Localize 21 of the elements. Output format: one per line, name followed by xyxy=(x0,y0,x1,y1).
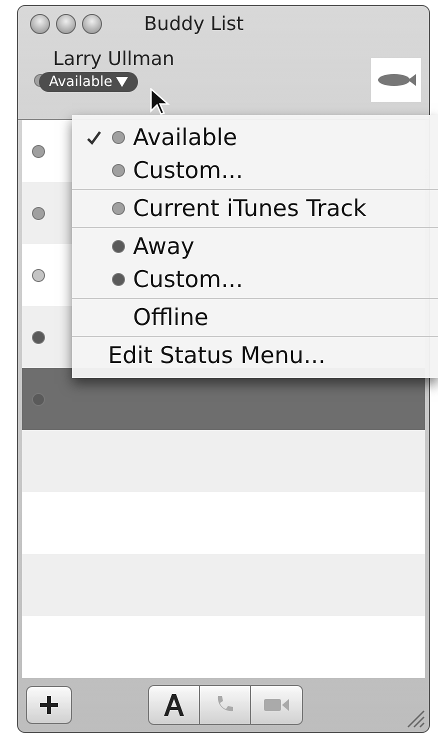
audio-chat-button[interactable] xyxy=(200,686,251,724)
video-camera-icon xyxy=(264,697,290,714)
menu-item[interactable]: Custom... xyxy=(72,263,438,296)
add-button[interactable] xyxy=(26,686,72,724)
text-chat-button[interactable] xyxy=(149,686,200,724)
menu-item[interactable]: Available xyxy=(72,121,438,154)
menu-item[interactable]: Offline xyxy=(72,301,438,334)
zoom-button[interactable] xyxy=(82,14,102,34)
account-name: Larry Ullman xyxy=(53,48,176,70)
plus-icon xyxy=(40,696,58,714)
triangle-icon xyxy=(116,76,128,87)
menu-item[interactable]: Current iTunes Track xyxy=(72,192,438,225)
menu-item[interactable]: Edit Status Menu... xyxy=(72,339,438,372)
letter-a-icon xyxy=(164,694,184,716)
fish-icon xyxy=(376,72,416,88)
close-button[interactable] xyxy=(30,14,50,34)
menu-item[interactable]: Custom... xyxy=(72,154,438,187)
window-title: Buddy List xyxy=(144,12,244,35)
minimize-button[interactable] xyxy=(56,14,76,34)
menu-item[interactable]: Away xyxy=(72,230,438,263)
status-dropdown[interactable]: Available xyxy=(39,72,138,92)
